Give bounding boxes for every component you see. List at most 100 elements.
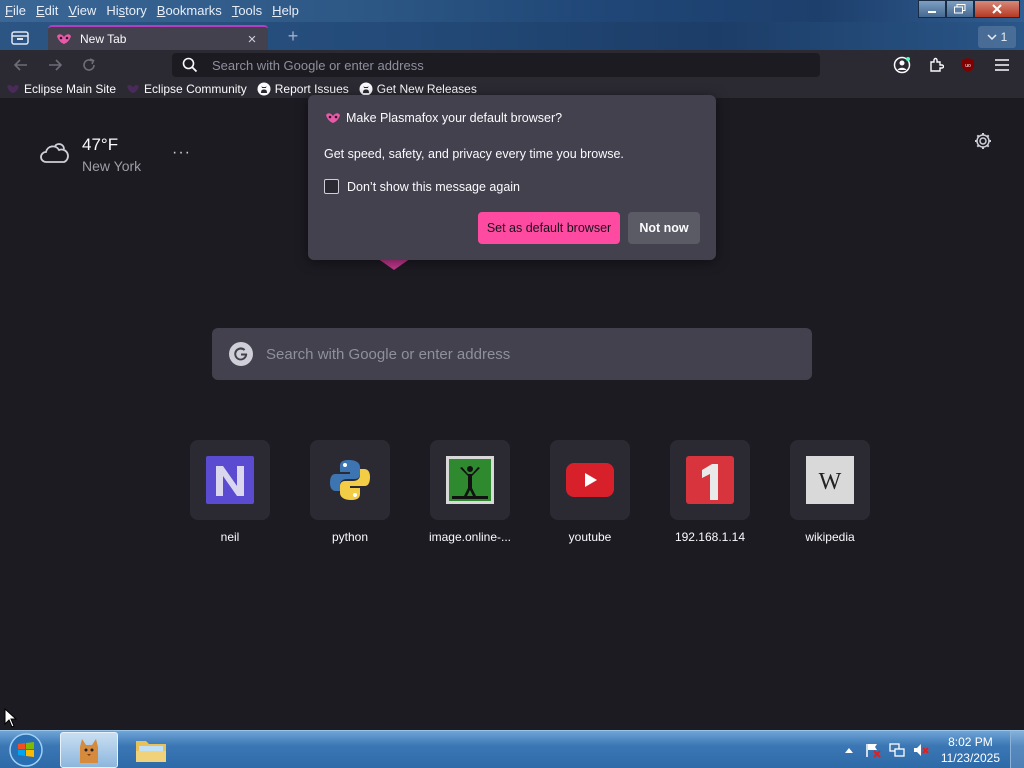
svg-text:W: W <box>819 469 842 495</box>
menu-edit[interactable]: Edit <box>31 0 63 20</box>
close-icon <box>992 4 1002 14</box>
minimize-icon <box>928 11 936 13</box>
bookmark-eclipse-main-site[interactable]: Eclipse Main Site <box>6 82 116 96</box>
taskbar: 8:02 PM 11/23/2025 <box>0 730 1024 768</box>
plasmafox-icon <box>57 34 71 44</box>
menu-tools[interactable]: Tools <box>227 0 267 20</box>
menu-file[interactable]: File <box>0 0 31 20</box>
top-site-image-online[interactable]: image.online-... <box>410 440 530 544</box>
forward-arrow-icon <box>49 59 63 71</box>
page-search-input[interactable] <box>266 345 786 363</box>
windows-logo-icon <box>9 733 43 767</box>
volume-muted-icon[interactable] <box>913 742 929 758</box>
menu-view[interactable]: View <box>63 0 101 20</box>
chevron-up-icon <box>844 748 853 753</box>
python-icon <box>330 460 370 500</box>
github-icon <box>257 82 271 96</box>
forward-button[interactable] <box>42 53 68 77</box>
clock-date: 11/23/2025 <box>940 751 1000 765</box>
clock[interactable]: 8:02 PM 11/23/2025 <box>941 734 1000 766</box>
extensions-button[interactable] <box>923 53 949 77</box>
ublock-origin-button[interactable]: uo <box>955 53 981 77</box>
list-all-tabs-button[interactable]: 1 <box>978 26 1016 48</box>
title-bar: File Edit View History Bookmarks Tools H… <box>0 0 1024 22</box>
ublock-icon: uo <box>962 58 974 72</box>
menu-bookmarks[interactable]: Bookmarks <box>152 0 227 20</box>
top-site-python[interactable]: python <box>290 440 410 544</box>
weather-widget[interactable]: 47°F New York <box>38 134 141 176</box>
action-center-icon[interactable] <box>865 742 881 758</box>
close-window-button[interactable] <box>974 0 1020 18</box>
weather-menu-button[interactable]: ··· <box>172 144 191 162</box>
dont-show-again-checkbox[interactable]: Don’t show this message again <box>324 179 520 194</box>
firefox-view-button[interactable] <box>6 26 34 50</box>
menu-history[interactable]: History <box>101 0 151 20</box>
checkbox[interactable] <box>324 179 339 194</box>
cloudy-weather-icon <box>40 143 69 163</box>
set-default-browser-button[interactable]: Set as default browser <box>478 212 620 244</box>
mouse-pointer-icon <box>4 708 18 728</box>
clock-time: 8:02 PM <box>948 735 993 749</box>
weather-city: New York <box>82 158 142 174</box>
page-search-box[interactable] <box>212 328 812 380</box>
puzzle-icon <box>930 57 944 72</box>
tab-close-icon[interactable]: × <box>244 31 260 48</box>
tab-list-icon <box>11 31 29 45</box>
hamburger-icon <box>995 59 1009 71</box>
maximize-button[interactable] <box>946 0 974 18</box>
wikipedia-icon: W <box>806 456 854 504</box>
gear-icon[interactable] <box>974 132 992 150</box>
network-icon[interactable] <box>889 742 905 758</box>
taskbar-plasmafox-button[interactable] <box>60 732 118 768</box>
top-site-youtube[interactable]: youtube <box>530 440 650 544</box>
nav-toolbar: uo <box>0 50 1024 80</box>
new-tab-button[interactable]: + <box>282 26 304 48</box>
not-now-button[interactable]: Not now <box>628 212 700 244</box>
router-icon <box>686 456 734 504</box>
plasmafox-icon <box>6 82 20 96</box>
taskbar-explorer-button[interactable] <box>122 732 180 768</box>
bookmark-report-issues[interactable]: Report Issues <box>257 82 349 96</box>
top-site-neil[interactable]: neil <box>170 440 290 544</box>
minimize-button[interactable] <box>918 0 946 18</box>
app-menu-button[interactable] <box>989 53 1015 77</box>
url-bar[interactable] <box>172 53 820 77</box>
restore-icon <box>954 4 966 14</box>
plasmafox-cat-icon <box>80 739 98 763</box>
checkbox-label: Don’t show this message again <box>347 179 521 194</box>
chevron-down-icon <box>987 34 997 41</box>
top-site-wikipedia[interactable]: W wikipedia <box>770 440 890 544</box>
show-hidden-icons-button[interactable] <box>841 742 857 758</box>
google-icon <box>229 342 253 366</box>
weather-temperature: 47°F <box>82 135 119 154</box>
start-button[interactable] <box>5 732 47 768</box>
tab-new-tab[interactable]: New Tab × <box>48 25 268 51</box>
tab-title: New Tab <box>80 32 127 46</box>
tab-count: 1 <box>1000 30 1008 44</box>
top-site-192-168-1-14[interactable]: 192.168.1.14 <box>650 440 770 544</box>
svg-text:uo: uo <box>965 63 971 69</box>
url-input[interactable] <box>212 57 772 73</box>
folder-icon <box>136 741 166 762</box>
reload-icon <box>83 58 95 71</box>
menu-help[interactable]: Help <box>267 0 304 20</box>
tab-strip: New Tab × + 1 <box>0 22 1024 51</box>
menu-bar: File Edit View History Bookmarks Tools H… <box>0 0 304 20</box>
bookmark-get-new-releases[interactable]: Get New Releases <box>359 82 477 96</box>
dialog-title: Make Plasmafox your default browser? <box>346 111 563 125</box>
back-button[interactable] <box>8 53 34 77</box>
reload-button[interactable] <box>76 53 102 77</box>
account-button[interactable] <box>889 53 915 77</box>
dialog-message: Get speed, safety, and privacy every tim… <box>324 147 624 161</box>
account-icon <box>893 56 911 74</box>
image-online-icon <box>446 456 494 504</box>
show-desktop-button[interactable] <box>1010 731 1024 768</box>
bookmark-eclipse-community[interactable]: Eclipse Community <box>126 82 247 96</box>
window-controls <box>918 0 1020 18</box>
plus-icon: + <box>287 26 299 46</box>
system-tray: 8:02 PM 11/23/2025 <box>841 731 1000 768</box>
plasmafox-icon <box>326 113 340 123</box>
top-sites: neil python image.online-... youtube 192… <box>170 440 890 544</box>
default-browser-dialog: Make Plasmafox your default browser? Get… <box>308 95 716 260</box>
neil-icon <box>206 456 254 504</box>
